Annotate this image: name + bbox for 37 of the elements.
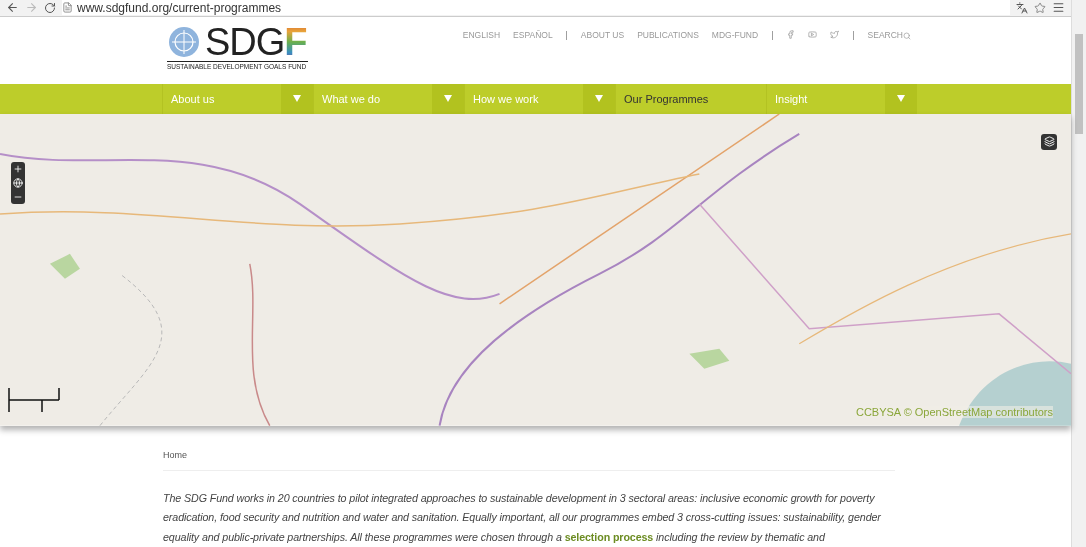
reload-icon[interactable] xyxy=(44,1,56,14)
separator: | xyxy=(565,29,568,40)
nav-tab[interactable]: Insight xyxy=(767,84,885,114)
search-link[interactable]: SEARCH xyxy=(867,29,911,40)
nav-tab[interactable]: About us xyxy=(163,84,281,114)
address-field[interactable]: www.sdgfund.org/current-programmes xyxy=(62,0,1010,16)
page-icon xyxy=(62,2,73,14)
nav-tab[interactable]: How we work xyxy=(465,84,583,114)
search-icon[interactable] xyxy=(903,31,911,40)
twitter-icon[interactable] xyxy=(830,29,840,39)
separator: | xyxy=(771,29,774,40)
caret-icon[interactable] xyxy=(595,95,603,103)
translate-icon[interactable] xyxy=(1016,1,1028,14)
globe-emblem-icon xyxy=(167,24,201,59)
map-attribution: CCBYSA © OpenStreetMap contributors xyxy=(855,405,1053,418)
separator: | xyxy=(852,29,855,40)
caret-icon[interactable] xyxy=(444,95,452,103)
intro-paragraph: The SDG Fund works in 20 countries to pilot integrated approaches to sustainable development in 3 sectoral areas: inclusive economic growth for poverty eradication, food security and nutrition and water and sanitation. Equally important, all our programmes embed 3 cross-cutting issues: sustainability, gender equality and public-private partnerships. All these programmes were chosen through a selection process including the review by thematic and xyxy=(163,490,882,545)
back-icon[interactable] xyxy=(6,1,19,15)
scrollbar[interactable] xyxy=(1071,0,1086,547)
nav-tab[interactable]: What we do xyxy=(314,84,432,114)
facebook-icon[interactable] xyxy=(786,29,796,39)
logo-text[interactable]: SDGF xyxy=(205,22,308,61)
scale-bar xyxy=(8,387,60,412)
header-link[interactable]: ABOUT US xyxy=(580,29,625,40)
menu-icon[interactable] xyxy=(1052,1,1065,15)
caret-icon[interactable] xyxy=(897,95,905,103)
bookmark-icon[interactable] xyxy=(1034,1,1046,14)
breadcrumb-link[interactable]: Home xyxy=(163,449,187,460)
caret-icon[interactable] xyxy=(293,95,301,103)
header-link[interactable]: PUBLICATIONS xyxy=(637,29,699,40)
header-link[interactable]: MDG-FUND xyxy=(711,29,759,40)
nav-tab[interactable]: Our Programmes xyxy=(616,84,766,114)
header-link[interactable]: ENGLISH xyxy=(462,29,501,40)
selection-process-link[interactable]: selection process xyxy=(564,530,654,543)
header-link[interactable]: ESPAÑOL xyxy=(513,29,553,40)
youtube-icon[interactable] xyxy=(808,29,818,39)
